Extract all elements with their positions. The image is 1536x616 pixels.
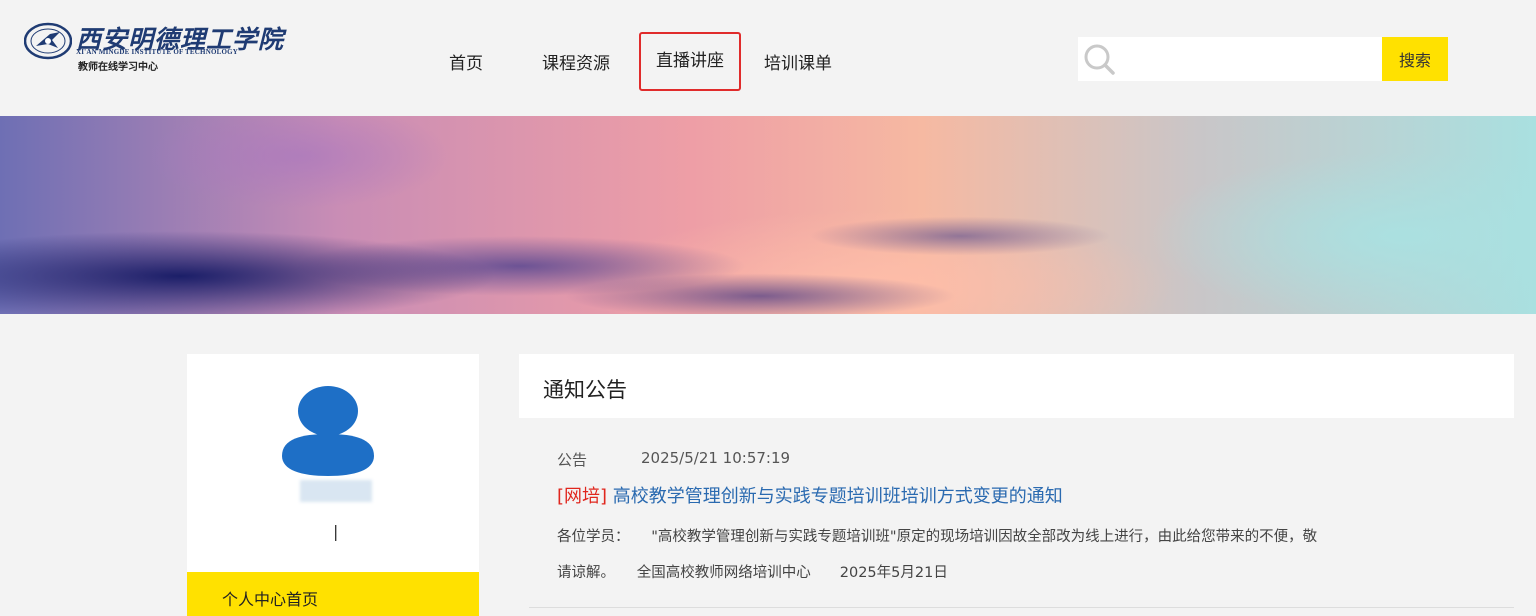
site-header: 西安明德理工学院 XI'AN MINGDE INSTITUTE OF TECHN…: [0, 0, 1536, 116]
profile-card: | 个人中心首页: [187, 354, 479, 616]
notice-panel-header: 通知公告: [519, 354, 1514, 418]
nav-course-resources[interactable]: 课程资源: [542, 49, 610, 74]
nav-live-lectures[interactable]: 直播讲座: [639, 32, 741, 91]
profile-separator: |: [333, 522, 339, 541]
search-icon: [1084, 44, 1115, 75]
nav-training-list[interactable]: 培训课单: [764, 49, 832, 74]
logo-school-name-en: XI'AN MINGDE INSTITUTE OF TECHNOLOGY: [76, 48, 239, 56]
school-emblem-icon: [24, 22, 72, 60]
notice-type: 公告: [557, 451, 588, 469]
menu-item-label: 个人中心首页: [222, 590, 319, 609]
notice-title-link[interactable]: [网培] 高校教学管理创新与实践专题培训班培训方式变更的通知: [557, 482, 1063, 508]
nav-home[interactable]: 首页: [449, 49, 483, 74]
notice-headline: 高校教学管理创新与实践专题培训班培训方式变更的通知: [612, 486, 1063, 507]
search-button[interactable]: 搜索: [1382, 37, 1448, 81]
site-logo[interactable]: 西安明德理工学院 XI'AN MINGDE INSTITUTE OF TECHN…: [24, 20, 283, 76]
user-avatar-icon: [282, 386, 374, 476]
menu-personal-center-home[interactable]: 个人中心首页: [187, 572, 479, 616]
notice-time: 2025/5/21 10:57:19: [641, 449, 791, 467]
search-box: [1078, 37, 1382, 81]
hero-banner-clouds: [0, 116, 1536, 314]
notice-body-line-1: 各位学员： "高校教学管理创新与实践专题培训班"原定的现场培训因故全部改为线上进…: [557, 529, 1318, 545]
logo-subtitle: 教师在线学习中心: [78, 62, 158, 73]
notice-divider: [529, 607, 1514, 608]
notice-tag: [网培]: [557, 486, 608, 507]
notice-body-line-2: 请谅解。 全国高校教师网络培训中心 2025年5月21日: [557, 565, 948, 581]
notice-item: 公告 2025/5/21 10:57:19 [网培] 高校教学管理创新与实践专题…: [519, 418, 1514, 616]
notice-panel-title: 通知公告: [543, 378, 627, 402]
search-input[interactable]: [1122, 37, 1378, 81]
profile-name-blurred: [300, 480, 372, 502]
